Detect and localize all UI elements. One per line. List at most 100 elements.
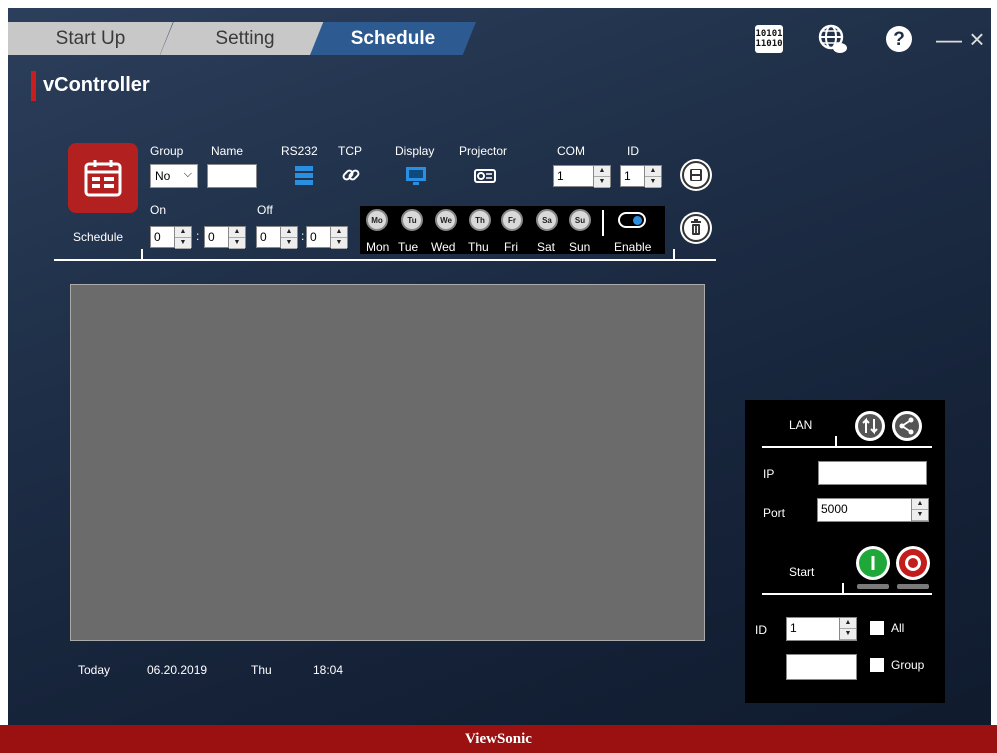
close-icon[interactable]: × — [960, 22, 994, 56]
day-label-thu: Thu — [468, 240, 489, 254]
power-on-icon — [859, 549, 887, 577]
lan-title: LAN — [789, 418, 813, 432]
calendar-schedule-button[interactable] — [68, 143, 138, 213]
spinner-up-icon[interactable]: ▲ — [594, 166, 610, 177]
delete-button[interactable] — [680, 212, 712, 244]
tab-start-up[interactable]: Start Up — [8, 22, 173, 55]
save-button[interactable] — [680, 159, 712, 191]
lan-id-spinner[interactable]: 1 ▲ ▼ — [786, 617, 857, 641]
name-input[interactable] — [207, 164, 257, 188]
lan-divider-tick — [835, 436, 837, 446]
off-hour-spinner[interactable]: 0 ▲ ▼ — [256, 226, 298, 249]
on-time-colon: : — [196, 229, 200, 243]
off-label: Off — [257, 203, 273, 217]
off-minute-spinner[interactable]: 0 ▲ ▼ — [306, 226, 348, 249]
on-minute-spinner[interactable]: 0 ▲ ▼ — [204, 226, 246, 249]
share-icon — [895, 414, 919, 438]
schedule-list-area[interactable] — [70, 284, 705, 641]
spinner-down-icon[interactable]: ▼ — [645, 177, 661, 188]
spinner-up-icon[interactable]: ▲ — [281, 227, 297, 238]
tab-schedule[interactable]: Schedule — [310, 22, 476, 55]
spinner-down-icon[interactable]: ▼ — [331, 238, 347, 249]
current-weekday: Thu — [251, 663, 272, 677]
off-time-colon: : — [301, 229, 305, 243]
day-toggle-thu[interactable]: Th — [469, 209, 491, 231]
window-frame-right — [991, 0, 997, 753]
lan-id-arrows[interactable]: ▲ ▼ — [839, 618, 856, 640]
spinner-down-icon[interactable]: ▼ — [281, 238, 297, 249]
stop-button[interactable] — [896, 546, 930, 580]
lan-share-button[interactable] — [892, 411, 922, 441]
lan-connect-button[interactable] — [855, 411, 885, 441]
off-minute-arrows[interactable]: ▲ ▼ — [330, 227, 347, 249]
all-checkbox[interactable] — [870, 621, 884, 635]
on-hour-spinner[interactable]: 0 ▲ ▼ — [150, 226, 192, 249]
schedule-label: Schedule — [73, 230, 124, 244]
spinner-up-icon[interactable]: ▲ — [229, 227, 245, 238]
spinner-up-icon[interactable]: ▲ — [175, 227, 191, 238]
tab-setting[interactable]: Setting — [160, 22, 330, 55]
spinner-down-icon[interactable]: ▼ — [594, 177, 610, 188]
day-toggle-sun[interactable]: Su — [569, 209, 591, 231]
projector-label: Projector — [459, 144, 508, 158]
start-button[interactable] — [856, 546, 890, 580]
binary-command-icon[interactable]: 10101 11010 — [752, 22, 786, 56]
tcp-label: TCP — [338, 144, 362, 158]
com-spinner[interactable]: 1 ▲ ▼ — [553, 165, 611, 188]
app-title: vController — [43, 74, 150, 96]
day-toggle-fri[interactable]: Fr — [501, 209, 523, 231]
window-frame-top — [0, 0, 997, 8]
day-toggle-tue[interactable]: Tu — [401, 209, 423, 231]
day-toggle-sat[interactable]: Sa — [536, 209, 558, 231]
port-spinner[interactable]: 5000 ▲ ▼ — [817, 498, 929, 522]
tcp-link-icon[interactable] — [340, 164, 362, 189]
group-checkbox[interactable] — [870, 658, 884, 672]
spinner-down-icon[interactable]: ▼ — [229, 238, 245, 249]
day-label-tue: Tue — [398, 240, 419, 254]
rs232-label: RS232 — [281, 144, 318, 158]
save-icon — [682, 161, 710, 189]
rs232-server-icon[interactable] — [293, 164, 315, 189]
on-hour-arrows[interactable]: ▲ ▼ — [174, 227, 191, 249]
transfer-icon — [858, 414, 882, 438]
id-spinner[interactable]: 1 ▲ ▼ — [620, 165, 662, 188]
schedule-divider-tick — [141, 249, 143, 259]
today-label: Today — [78, 663, 111, 677]
group-select[interactable]: No ⌵ — [150, 164, 198, 188]
enable-label: Enable — [614, 240, 652, 254]
com-spinner-arrows[interactable]: ▲ ▼ — [593, 166, 610, 188]
day-label-wed: Wed — [431, 240, 456, 254]
display-monitor-icon[interactable] — [404, 165, 428, 190]
binary-icon-glyph: 10101 11010 — [755, 25, 783, 53]
com-value: 1 — [557, 169, 564, 183]
day-toggle-wed[interactable]: We — [435, 209, 457, 231]
day-toggle-mon[interactable]: Mo — [366, 209, 388, 231]
start-label: Start — [789, 565, 815, 579]
port-spinner-arrows[interactable]: ▲ ▼ — [911, 499, 928, 521]
group-input[interactable] — [786, 654, 857, 680]
brand-logo: ViewSonic — [465, 731, 532, 747]
spinner-up-icon[interactable]: ▲ — [331, 227, 347, 238]
enable-toggle[interactable] — [618, 212, 646, 228]
svg-text:?: ? — [893, 29, 905, 50]
toggle-knob — [633, 216, 642, 225]
off-hour-arrows[interactable]: ▲ ▼ — [280, 227, 297, 249]
projector-icon[interactable] — [473, 166, 497, 189]
spinner-up-icon[interactable]: ▲ — [912, 499, 928, 510]
id-spinner-arrows[interactable]: ▲ ▼ — [644, 166, 661, 188]
stop-indicator — [897, 584, 929, 589]
globe-chat-icon[interactable] — [816, 22, 850, 56]
spinner-up-icon[interactable]: ▲ — [645, 166, 661, 177]
spinner-up-icon[interactable]: ▲ — [840, 618, 856, 629]
help-icon[interactable]: ? — [882, 22, 916, 56]
spinner-down-icon[interactable]: ▼ — [912, 510, 928, 521]
weekday-divider — [602, 210, 604, 236]
ip-input[interactable] — [818, 461, 927, 485]
day-label-fri: Fri — [504, 240, 518, 254]
group-select-value: No — [155, 169, 171, 183]
title-accent-bar — [31, 71, 36, 101]
spinner-down-icon[interactable]: ▼ — [175, 238, 191, 249]
lan-id-value: 1 — [790, 621, 797, 635]
on-minute-arrows[interactable]: ▲ ▼ — [228, 227, 245, 249]
spinner-down-icon[interactable]: ▼ — [840, 629, 856, 640]
